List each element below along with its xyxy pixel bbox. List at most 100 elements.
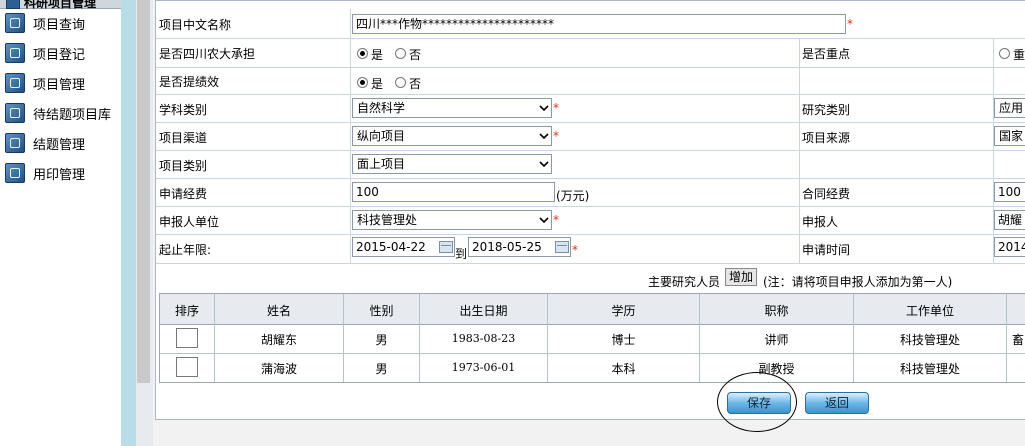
funding-unit: (万元): [556, 189, 590, 203]
row-order-input[interactable]: [176, 328, 198, 348]
calendar-icon[interactable]: [555, 241, 569, 253]
sidebar-title-bar[interactable]: 科研项目管理: [0, 0, 128, 10]
no-label: 否: [409, 77, 422, 91]
undertaken-label: 是否四川农大承担: [159, 47, 256, 61]
performance-no-radio[interactable]: [395, 77, 406, 88]
calendar-icon[interactable]: [439, 241, 453, 253]
row-education: 博士: [611, 333, 636, 347]
research-type-label: 研究类别: [802, 103, 851, 117]
sidebar-item-project-register[interactable]: 项目登记: [5, 42, 117, 64]
required-mark: *: [553, 213, 559, 227]
document-icon: [5, 163, 25, 183]
required-mark: *: [572, 243, 578, 257]
row-education: 本科: [611, 362, 636, 376]
chevron-down-icon: [539, 161, 549, 168]
column-header-order: 排序: [174, 304, 199, 318]
row-divider: [156, 38, 1025, 39]
highlight-circle-annotation: [717, 372, 797, 432]
sidebar-item-project-query[interactable]: 项目查询: [5, 12, 117, 34]
research-type-select[interactable]: 应用: [994, 98, 1025, 118]
sidebar-item-label: 项目登记: [33, 48, 86, 63]
sidebar-item-seal-manage[interactable]: 用印管理: [5, 162, 117, 184]
key-label: 是否重点: [802, 47, 851, 61]
sidebar-item-label: 结题管理: [33, 138, 86, 153]
sidebar-item-label: 项目查询: [33, 18, 86, 33]
applicant-label: 申报人: [802, 215, 839, 229]
chevron-down-icon: [539, 133, 549, 140]
research-type-value: 应用: [999, 101, 1024, 115]
sidebar-scrollbar[interactable]: [136, 0, 153, 446]
yes-label: 是: [371, 48, 384, 62]
main-content: 项目中文名称 四川***作物********************** * 是…: [153, 0, 1025, 446]
row-order-input[interactable]: [176, 357, 198, 377]
sidebar-title: 科研项目管理: [24, 0, 97, 10]
document-icon: [5, 133, 25, 153]
row-divider: [156, 67, 1025, 68]
row-divider: [156, 122, 1025, 123]
chevron-down-icon: [539, 105, 549, 112]
row-gender: 男: [375, 362, 388, 376]
sidebar-item-label: 项目管理: [33, 78, 86, 93]
sidebar-item-label: 待结题项目库: [33, 108, 112, 123]
document-icon: [5, 103, 25, 123]
funding-label: 申请经费: [159, 187, 208, 201]
scrollbar-thumb[interactable]: [137, 0, 150, 383]
unit-label: 申报人单位: [159, 215, 220, 229]
category-label: 项目类别: [159, 159, 208, 173]
column-header-title: 职称: [764, 304, 789, 318]
discipline-label: 学科类别: [159, 103, 208, 117]
add-researcher-button[interactable]: 增加: [725, 268, 758, 286]
performance-yes-radio[interactable]: [357, 77, 368, 88]
unit-value: 科技管理处: [357, 213, 418, 227]
document-icon: [5, 43, 25, 63]
chevron-down-icon: [539, 217, 549, 224]
sidebar-item-pending-conclusion[interactable]: 待结题项目库: [5, 102, 117, 124]
channel-select[interactable]: 纵向项目: [352, 126, 552, 146]
row-divider: [156, 234, 1025, 235]
row-birth: 1983-08-23: [451, 332, 516, 345]
row-name: 蒲海波: [260, 362, 297, 376]
row-unit: 科技管理处: [899, 362, 960, 376]
key-option-label: 重: [1013, 48, 1025, 62]
required-mark: *: [553, 129, 559, 143]
project-form: 项目中文名称 四川***作物********************** * 是…: [155, 0, 1025, 420]
column-header-name: 姓名: [266, 304, 291, 318]
row-title: 讲师: [764, 333, 789, 347]
source-label: 项目来源: [802, 131, 851, 145]
row-divider: [160, 353, 1025, 354]
channel-value: 纵向项目: [357, 129, 406, 143]
discipline-select[interactable]: 自然科学: [352, 98, 552, 118]
contract-funding-label: 合同经费: [802, 187, 851, 201]
column-header-unit: 工作单位: [905, 304, 954, 318]
start-date-value: 2015-04-22: [356, 240, 426, 254]
researchers-note: (注：请将项目申报人添加为第一人): [763, 275, 953, 289]
source-value: 国家: [999, 129, 1024, 143]
project-name-label: 项目中文名称: [159, 18, 232, 32]
column-header-gender: 性别: [369, 304, 394, 318]
row-extra: 畜: [1012, 333, 1025, 347]
key-radio[interactable]: [999, 48, 1010, 59]
row-unit: 科技管理处: [899, 333, 960, 347]
apply-time-input[interactable]: 2014: [994, 237, 1025, 257]
contract-funding-input[interactable]: 100: [994, 182, 1025, 202]
category-select[interactable]: 面上项目: [352, 154, 552, 174]
folder-icon: [6, 0, 20, 9]
row-birth: 1973-06-01: [451, 361, 516, 374]
column-header-birth: 出生日期: [459, 304, 508, 318]
back-button[interactable]: 返回: [805, 392, 869, 414]
source-select[interactable]: 国家: [994, 126, 1025, 146]
row-divider: [156, 263, 1025, 264]
sidebar-item-conclusion-manage[interactable]: 结题管理: [5, 132, 117, 154]
sidebar-nav: 科研项目管理 项目查询 项目登记 项目管理 待结题项目库 结题管理 用印管理: [0, 0, 128, 446]
project-name-input[interactable]: 四川***作物**********************: [352, 14, 846, 34]
undertaken-yes-radio[interactable]: [357, 48, 368, 59]
undertaken-no-radio[interactable]: [395, 48, 406, 59]
document-icon: [5, 13, 25, 33]
unit-select[interactable]: 科技管理处: [352, 210, 552, 230]
funding-input[interactable]: 100: [352, 182, 555, 202]
column-divider: [1006, 294, 1007, 382]
applicant-input[interactable]: 胡耀: [994, 210, 1025, 230]
sidebar-item-project-manage[interactable]: 项目管理: [5, 72, 117, 94]
frame-divider[interactable]: [121, 0, 136, 446]
row-divider: [156, 150, 1025, 151]
